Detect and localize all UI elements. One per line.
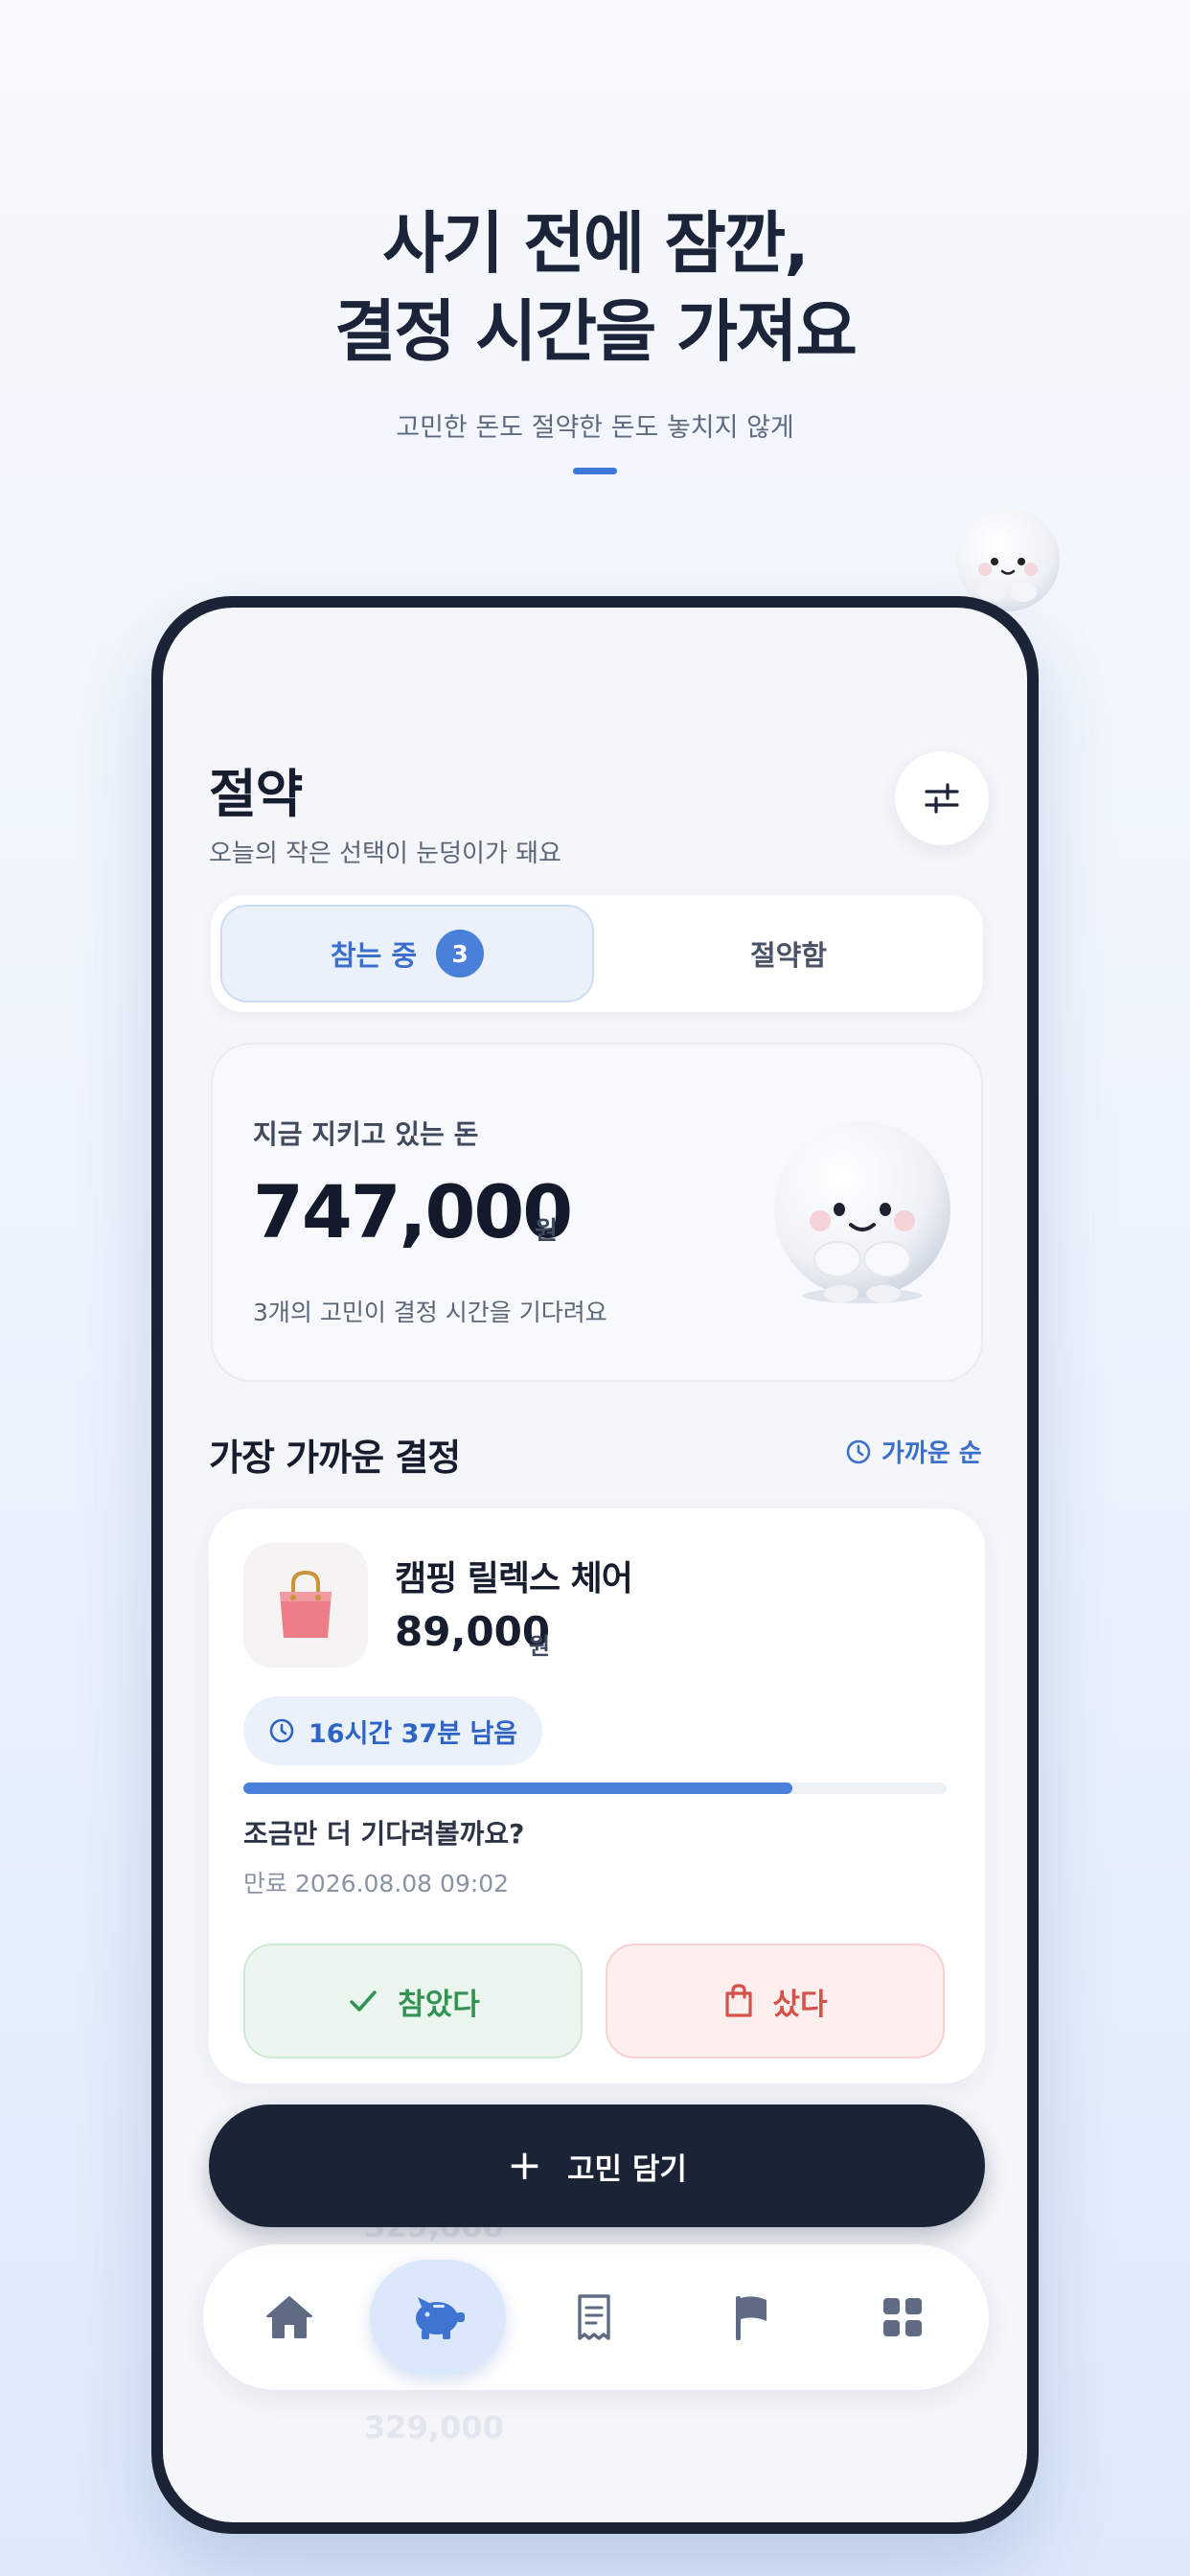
decision-item-card[interactable]: 캠핑 릴렉스 체어 89,000 원 16시간 37분 남음 조금만 더 기다려…	[209, 1508, 985, 2083]
progress-fill	[243, 1782, 792, 1794]
shopping-bag-outline-icon	[725, 1984, 753, 2017]
hero-accent-bar	[573, 468, 617, 474]
summary-description: 3개의 고민이 결정 시간을 기다려요	[253, 1299, 607, 1326]
phone-frame: 절약 오늘의 작은 선택이 눈덩이가 돼요 참는 중 3 절약함 지금 지키고 …	[151, 596, 1039, 2534]
resisted-button[interactable]: 참았다	[243, 1944, 583, 2058]
page-subtitle: 오늘의 작은 선택이 눈덩이가 돼요	[209, 840, 561, 868]
clock-icon	[269, 1718, 294, 1743]
hero-title-line-2: 결정 시간을 가져요	[334, 292, 858, 371]
ghost-price-2: 329,000	[364, 2409, 504, 2446]
item-price: 89,000	[395, 1608, 551, 1655]
tab-goals[interactable]	[694, 2260, 809, 2375]
filter-button[interactable]	[895, 751, 989, 845]
savings-summary-card: 지금 지키고 있는 돈 747,000 원 3개의 고민이 결정 시간을 기다려…	[211, 1043, 983, 1382]
receipt-icon	[578, 2294, 610, 2340]
section-title: 가장 가까운 결정	[209, 1437, 461, 1479]
item-expiry: 만료 2026.08.08 09:02	[243, 1870, 510, 1898]
sort-button[interactable]: 가까운 순	[845, 1434, 982, 1469]
count-badge: 3	[436, 930, 485, 978]
plus-icon: +	[507, 2141, 542, 2190]
bottom-tab-bar	[203, 2244, 989, 2390]
summary-unit: 원	[535, 1217, 558, 1246]
flag-icon	[736, 2296, 767, 2340]
tab-waiting[interactable]: 참는 중 3	[220, 905, 594, 1002]
item-thumbnail	[243, 1543, 368, 1668]
time-left-label: 16시간 37분 남음	[309, 1718, 518, 1749]
segmented-control: 참는 중 3 절약함	[211, 895, 983, 1012]
page-title: 절약	[209, 764, 303, 824]
check-icon	[350, 1990, 378, 2012]
resisted-label: 참았다	[398, 1987, 480, 2022]
time-left-badge: 16시간 37분 남음	[243, 1696, 543, 1765]
summary-amount: 747,000	[253, 1169, 573, 1254]
summary-label: 지금 지키고 있는 돈	[253, 1118, 479, 1150]
tab-receipt[interactable]	[538, 2260, 653, 2375]
grid-icon	[883, 2298, 922, 2336]
bought-button[interactable]: 샀다	[606, 1944, 945, 2058]
add-worry-button[interactable]: + 고민 담기	[209, 2104, 985, 2227]
tab-more[interactable]	[845, 2260, 960, 2375]
sliders-icon	[925, 783, 959, 814]
hero-subtitle: 고민한 돈도 절약한 돈도 놓치지 않게	[396, 413, 794, 443]
tab-home[interactable]	[232, 2260, 347, 2375]
add-worry-label: 고민 담기	[567, 2151, 687, 2187]
mascot-icon	[774, 1121, 950, 1303]
sort-label: 가까운 순	[881, 1439, 982, 1468]
tab-savings[interactable]	[370, 2260, 506, 2375]
hero-title: 사기 전에 잠깐, 결정 시간을 가져요	[0, 199, 1190, 376]
tab-waiting-label: 참는 중	[330, 939, 418, 972]
clock-icon	[846, 1439, 871, 1463]
item-question: 조금만 더 기다려볼까요?	[243, 1818, 525, 1850]
item-price-unit: 원	[529, 1633, 551, 1660]
waiting-progress-bar	[243, 1782, 947, 1794]
app-screen: 절약 오늘의 작은 선택이 눈덩이가 돼요 참는 중 3 절약함 지금 지키고 …	[163, 608, 1027, 2522]
tab-saved[interactable]: 절약함	[604, 905, 973, 1002]
shopping-bag-icon	[280, 1570, 332, 1638]
home-icon	[266, 2296, 312, 2338]
bought-label: 샀다	[772, 1987, 828, 2022]
item-name: 캠핑 릴렉스 체어	[395, 1559, 633, 1598]
hero-title-line-1: 사기 전에 잠깐,	[382, 204, 810, 283]
piggy-bank-icon	[416, 2297, 465, 2339]
